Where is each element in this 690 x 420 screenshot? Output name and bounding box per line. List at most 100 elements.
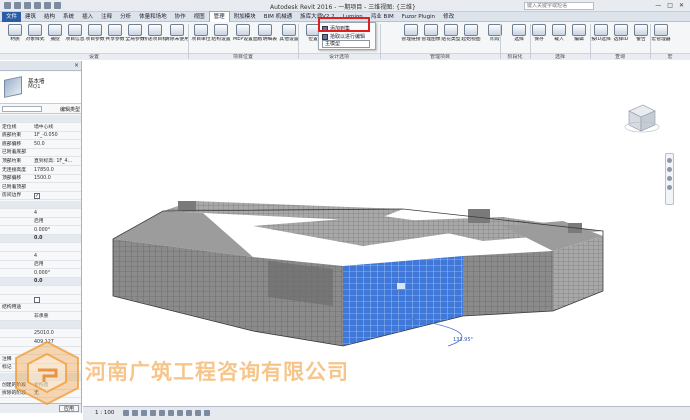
- property-row[interactable]: 0.000°: [0, 227, 81, 235]
- property-row[interactable]: 非承重: [0, 313, 81, 321]
- ribbon-button-7[interactable]: 传递项目标准: [143, 24, 167, 52]
- minimize-button[interactable]: —: [655, 2, 661, 9]
- save-icon[interactable]: [14, 2, 21, 9]
- zoom-icon[interactable]: [667, 167, 672, 172]
- property-row[interactable]: 4: [0, 210, 81, 218]
- property-row[interactable]: 0.0: [0, 235, 81, 244]
- property-row[interactable]: 底部偏移 50.0: [0, 141, 81, 149]
- property-row[interactable]: 房间边界: [0, 192, 81, 201]
- navigation-bar[interactable]: [665, 153, 674, 205]
- property-row[interactable]: 定位线 墙中心线: [0, 124, 81, 132]
- ribbon-button-23[interactable]: 阶段: [484, 24, 506, 52]
- property-checkbox[interactable]: [34, 192, 40, 200]
- property-key: 顶部约束: [2, 159, 22, 164]
- panel-divider: [500, 24, 501, 59]
- property-checkbox[interactable]: [34, 296, 40, 303]
- tab-16[interactable]: Fuzor Plugin: [398, 12, 439, 22]
- ribbon-tool-icon: [214, 24, 228, 36]
- property-row[interactable]: 无连接高度 17850.0: [0, 167, 81, 175]
- tab-7[interactable]: 体量和场地: [135, 12, 171, 22]
- tab-1[interactable]: 建筑: [21, 12, 40, 22]
- maximize-button[interactable]: □: [667, 2, 673, 9]
- crop-view-icon[interactable]: [168, 410, 174, 416]
- apply-button[interactable]: 应用: [59, 405, 79, 412]
- tab-2[interactable]: 结构: [40, 12, 59, 22]
- close-button[interactable]: ✕: [679, 2, 684, 9]
- property-row[interactable]: 25010.0: [0, 330, 81, 338]
- ribbon-button-11[interactable]: MEP设置: [232, 24, 254, 52]
- curtain-wall-marker: [397, 283, 405, 289]
- property-row[interactable]: 底部约束 1F_-0.050: [0, 132, 81, 141]
- property-row[interactable]: 结构用途: [0, 304, 81, 313]
- property-row[interactable]: 0.000°: [0, 270, 81, 278]
- pan-icon[interactable]: [667, 176, 672, 181]
- property-row[interactable]: 启用: [0, 261, 81, 270]
- tab-5[interactable]: 注释: [97, 12, 116, 22]
- tab-15[interactable]: 鸿业 BIM: [367, 12, 398, 22]
- tab-9[interactable]: 视图: [190, 12, 209, 22]
- detail-level-icon[interactable]: [123, 410, 129, 416]
- property-row[interactable]: 4: [0, 253, 81, 261]
- property-value: 1500.0: [34, 176, 51, 182]
- orbit-icon[interactable]: [667, 185, 672, 190]
- reveal-hidden-icon[interactable]: [204, 410, 210, 416]
- shadows-icon[interactable]: [150, 410, 156, 416]
- tab-11[interactable]: 附加模块: [230, 12, 260, 22]
- edit-type-button[interactable]: 编辑类型: [60, 106, 80, 113]
- ribbon-button-13[interactable]: 其他设置: [278, 24, 300, 52]
- panel-label: 宏: [650, 53, 690, 60]
- property-row[interactable]: 启用: [0, 218, 81, 227]
- show-crop-icon[interactable]: [177, 410, 183, 416]
- property-row[interactable]: [0, 244, 81, 252]
- design-option-select[interactable]: 主模型: [322, 40, 370, 48]
- open-icon[interactable]: [4, 2, 11, 9]
- type-selector[interactable]: 基本墙 MQ1: [0, 72, 81, 104]
- ribbon-tool-icon: [8, 24, 22, 36]
- ribbon-tool-icon: [194, 24, 208, 36]
- tab-12[interactable]: BIM 机械通: [260, 12, 296, 22]
- view-scale[interactable]: 1 : 100: [95, 410, 114, 416]
- property-row[interactable]: [0, 115, 81, 123]
- property-row[interactable]: 顶部约束 直到标高: 1F_4...: [0, 158, 81, 166]
- tab-0[interactable]: 文件: [2, 11, 22, 22]
- steering-wheel-icon[interactable]: [667, 158, 672, 163]
- revit-window: Autodesk Revit 2016 - 一期项目 - 三维视图: {三维} …: [0, 0, 690, 420]
- close-icon[interactable]: ×: [74, 62, 79, 69]
- tab-8[interactable]: 协作: [171, 12, 190, 22]
- property-row[interactable]: 已附着底部: [0, 149, 81, 158]
- tab-3[interactable]: 系统: [59, 12, 78, 22]
- ribbon-tool-icon: [148, 24, 162, 36]
- property-row[interactable]: 0.0: [0, 278, 81, 287]
- tab-17[interactable]: 修改: [439, 12, 458, 22]
- property-row[interactable]: [0, 321, 81, 330]
- measure-icon[interactable]: [54, 2, 61, 9]
- property-row[interactable]: [0, 296, 81, 304]
- property-value: 非承重: [34, 313, 49, 319]
- ribbon-button-12[interactable]: 面板明细表样板: [253, 24, 277, 52]
- ribbon-button-27[interactable]: 编辑: [568, 24, 590, 52]
- lock-view-icon[interactable]: [186, 410, 192, 416]
- property-value: 1F_-0.050: [34, 133, 58, 139]
- search-input[interactable]: 键入关键字或短语: [524, 2, 594, 10]
- viewcube-icon[interactable]: [621, 97, 661, 137]
- property-row[interactable]: [0, 201, 81, 209]
- undo-icon[interactable]: [24, 2, 31, 9]
- visual-style-icon[interactable]: [132, 410, 138, 416]
- print-icon[interactable]: [44, 2, 51, 9]
- temporary-hide-icon[interactable]: [195, 410, 201, 416]
- ribbon-button-8[interactable]: 清除未使用项: [165, 24, 189, 52]
- ribbon-button-10[interactable]: 结构设置: [210, 24, 232, 52]
- instance-filter-select[interactable]: [2, 106, 42, 112]
- tab-10[interactable]: 管理: [208, 11, 230, 22]
- tab-6[interactable]: 分析: [116, 12, 135, 22]
- render-icon[interactable]: [159, 410, 165, 416]
- ribbon-button-22[interactable]: 起始视图: [460, 24, 482, 52]
- property-row[interactable]: [0, 287, 81, 295]
- redo-icon[interactable]: [34, 2, 41, 9]
- tab-4[interactable]: 插入: [78, 12, 97, 22]
- property-row[interactable]: 顶部偏移 1500.0: [0, 175, 81, 184]
- sun-path-icon[interactable]: [141, 410, 147, 416]
- property-row[interactable]: 已附着顶部: [0, 184, 81, 192]
- panel-divider: [590, 24, 591, 59]
- ribbon-button-31[interactable]: 宏管理器: [650, 24, 672, 52]
